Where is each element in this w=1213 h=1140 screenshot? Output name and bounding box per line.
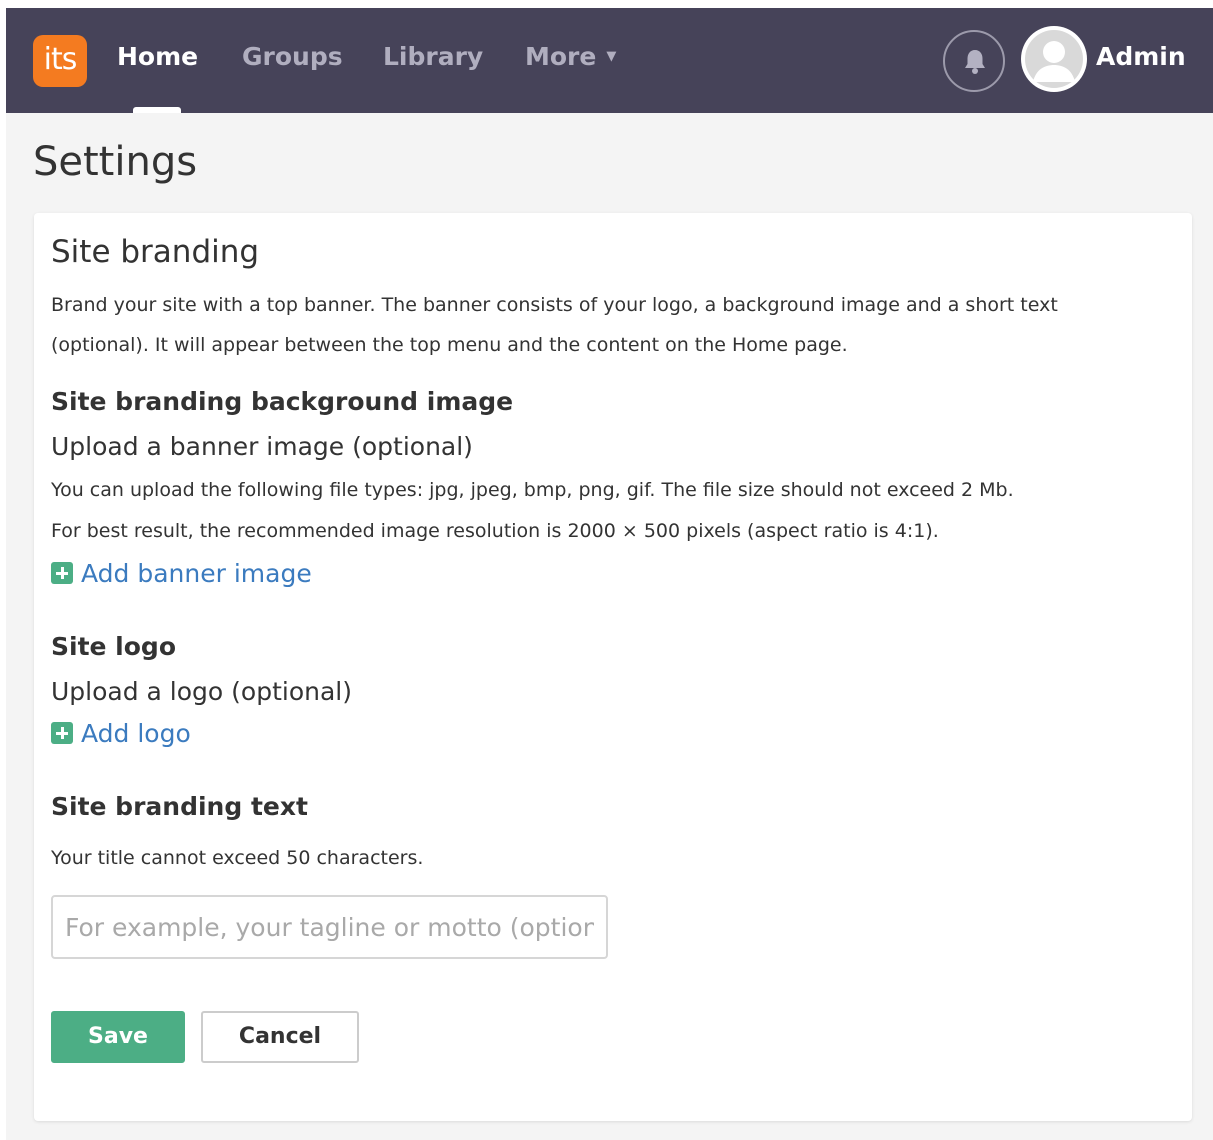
nav-library[interactable]: Library — [383, 42, 483, 71]
nav-groups[interactable]: Groups — [242, 42, 343, 71]
nav-groups-label: Groups — [242, 42, 343, 71]
caret-down-icon: ▼ — [606, 49, 617, 64]
user-avatar[interactable] — [1021, 26, 1087, 92]
title-limit-note: Your title cannot exceed 50 characters. — [51, 847, 424, 869]
branding-text-heading: Site branding text — [51, 792, 308, 821]
page-title: Settings — [33, 139, 198, 185]
nav-library-label: Library — [383, 42, 484, 71]
resolution-note: For best result, the recommended image r… — [51, 520, 939, 542]
add-banner-image-label: Add banner image — [81, 559, 312, 588]
app-frame: its Home Groups Library More ▼ Admin Set… — [6, 8, 1213, 1140]
save-button[interactable]: Save — [51, 1011, 185, 1063]
add-banner-image-link[interactable]: Add banner image — [51, 559, 312, 588]
top-navbar: its Home Groups Library More ▼ Admin — [6, 8, 1213, 113]
site-logo-subheading: Upload a logo (optional) — [51, 677, 352, 706]
site-branding-card: Site branding Brand your site with a top… — [34, 213, 1192, 1121]
site-logo[interactable]: its — [33, 35, 87, 87]
plus-square-icon — [51, 562, 73, 584]
nav-more-dropdown[interactable]: More ▼ — [525, 42, 616, 71]
active-tab-indicator — [133, 107, 181, 113]
nav-home[interactable]: Home — [117, 42, 198, 71]
nav-home-label: Home — [117, 42, 199, 71]
branding-text-input[interactable] — [51, 895, 608, 959]
plus-square-icon — [51, 722, 73, 744]
add-logo-label: Add logo — [81, 719, 191, 748]
section-description: Brand your site with a top banner. The b… — [51, 294, 1058, 356]
avatar-icon — [1025, 30, 1083, 88]
background-image-subheading: Upload a banner image (optional) — [51, 432, 473, 461]
file-types-note: You can upload the following file types:… — [51, 479, 1014, 501]
site-logo-heading: Site logo — [51, 632, 176, 661]
section-title: Site branding — [51, 234, 260, 270]
bell-icon — [965, 50, 985, 74]
add-logo-link[interactable]: Add logo — [51, 719, 191, 748]
user-name-menu[interactable]: Admin — [1096, 42, 1186, 71]
background-image-heading: Site branding background image — [51, 387, 514, 416]
nav-more-label: More — [525, 42, 597, 71]
notifications-button[interactable] — [943, 30, 1005, 92]
cancel-button[interactable]: Cancel — [201, 1011, 359, 1063]
